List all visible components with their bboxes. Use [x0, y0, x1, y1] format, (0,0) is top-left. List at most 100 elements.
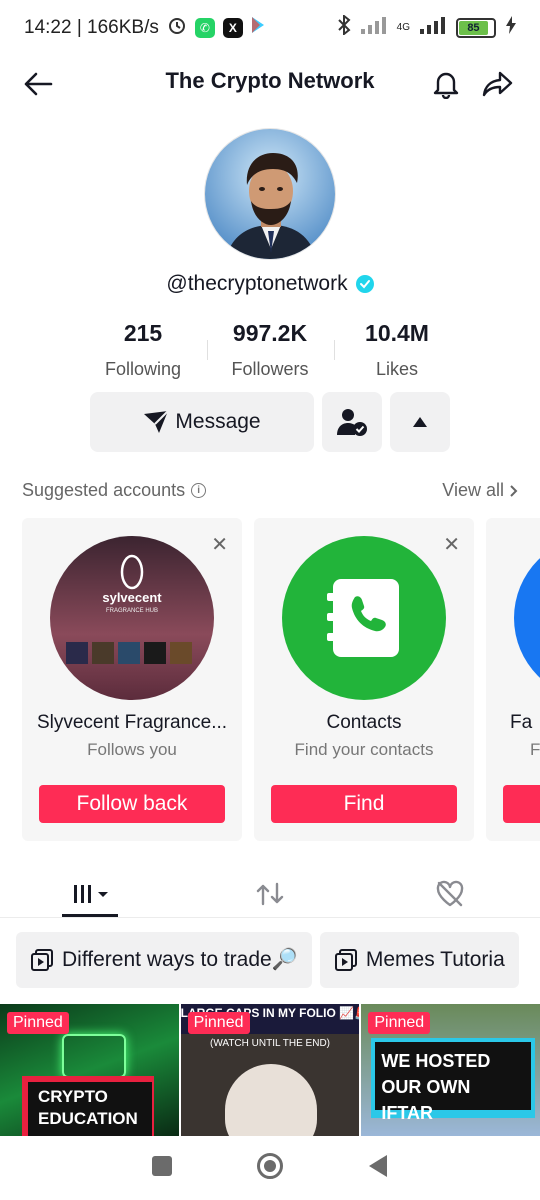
stat-number: 215 [123, 320, 163, 346]
chevron-right-icon [510, 484, 518, 497]
suggested-account-name: Contacts [326, 712, 402, 733]
message-button[interactable]: Message [90, 392, 314, 452]
playlist-chip[interactable]: Memes Tutoria [319, 932, 519, 988]
video-subtext: (WATCH UNTIL THE END) [210, 1038, 330, 1049]
suggested-account-subtitle: Fi [530, 740, 540, 759]
suggested-accounts-header: Suggested accounts i View all [22, 480, 518, 501]
signal-icon [360, 16, 387, 40]
stat-label: Followers [231, 359, 309, 379]
profile-header: The Crypto Network [0, 56, 540, 110]
recent-apps-button[interactable] [151, 1155, 173, 1182]
back-nav-button[interactable] [367, 1154, 389, 1183]
playlist-chip[interactable]: Different ways to trade🔎 [16, 932, 312, 988]
dismiss-icon[interactable]: ✕ [443, 532, 460, 557]
profile-stats: 215 Following 997.2K Followers 10.4M Lik… [80, 320, 460, 380]
info-icon[interactable]: i [191, 483, 207, 498]
alarm-icon [167, 15, 187, 41]
contacts-card[interactable]: ✕ Contacts Find your contacts Find [254, 518, 474, 841]
suggested-account-avatar: sylvecent FRAGRANCE HUB [50, 536, 214, 700]
share-arrow-icon [482, 71, 513, 97]
follow-back-button[interactable]: Follow back [39, 785, 225, 823]
dismiss-icon[interactable]: ✕ [211, 532, 228, 557]
status-time-speed: 14:22 | 166KB/s [24, 17, 159, 38]
message-button-label: Message [175, 410, 261, 433]
send-icon [144, 410, 170, 433]
playlist-label: Different ways to trade🔎 [62, 948, 298, 971]
charging-icon [506, 16, 516, 40]
bell-icon [433, 72, 459, 99]
suggested-account-subtitle: Find your contacts [294, 740, 434, 759]
video-thumbnail[interactable]: LARGE CAPS IN MY FOLIO 📈🚨 (WATCH UNTIL T… [180, 1004, 360, 1136]
pinned-badge: Pinned [187, 1012, 250, 1034]
heart-hidden-icon [436, 880, 464, 907]
tab-liked[interactable] [422, 876, 478, 912]
stat-number: 997.2K [232, 320, 308, 346]
playlist-icon [334, 949, 357, 971]
tab-videos[interactable] [62, 876, 118, 912]
system-nav-bar [0, 1136, 540, 1200]
view-all-label: View all [442, 480, 504, 500]
suggested-account-name: Slyvecent Fragrance... [36, 712, 228, 733]
video-grid: CRYPTO EDUCATION Pinned LARGE CAPS IN MY… [0, 1004, 540, 1136]
battery-level: 85 [467, 22, 480, 34]
playlists-row: Different ways to trade🔎 Memes Tutoria [16, 932, 519, 988]
share-button[interactable] [478, 64, 518, 104]
find-contacts-button[interactable]: Find [271, 785, 457, 823]
suggested-accounts-list: ✕ sylvecent FRAGRANCE HUB Slyvecent Frag… [22, 518, 540, 841]
user-check-icon [337, 409, 367, 436]
stat-label: Likes [375, 359, 419, 379]
profile-actions: Message [90, 392, 450, 452]
pinned-badge: Pinned [368, 1012, 431, 1034]
profile-handle: @thecryptonetwork [166, 272, 348, 295]
pinned-badge: Pinned [7, 1012, 69, 1034]
profile-handle-row: @thecryptonetwork [0, 272, 540, 296]
notifications-button[interactable] [426, 64, 466, 104]
triangle-up-icon [413, 417, 427, 427]
verified-badge-icon [355, 275, 374, 293]
suggested-toggle-button[interactable] [390, 392, 450, 452]
suggested-account-avatar [514, 536, 540, 700]
whatsapp-icon: ✆ [194, 18, 215, 38]
play-store-icon [251, 16, 267, 40]
stat-likes[interactable]: 10.4M Likes [334, 320, 460, 380]
following-status-button[interactable] [322, 392, 382, 452]
stat-label: Following [104, 359, 182, 379]
active-tab-indicator [62, 914, 118, 917]
stat-following[interactable]: 215 Following [80, 320, 206, 380]
stat-number: 10.4M [365, 320, 429, 346]
grid-dropdown-icon [74, 885, 108, 903]
brand-logo-subtext: FRAGRANCE HUB [106, 608, 158, 614]
repost-icon [256, 882, 284, 906]
battery-indicator: 85 [456, 18, 496, 38]
suggested-account-name: Fa [510, 712, 533, 733]
home-circle-icon [256, 1152, 283, 1179]
beanie-graphic [224, 1064, 317, 1136]
home-button[interactable] [256, 1152, 284, 1185]
view-all-link[interactable]: View all [442, 480, 518, 501]
suggested-accounts-title: Suggested accounts [22, 480, 186, 500]
phone-book-icon [327, 579, 399, 657]
network-type-label: 4G [396, 22, 410, 33]
signal-icon-2 [420, 16, 446, 40]
video-caption: CRYPTO EDUCATION [28, 1082, 152, 1136]
suggested-account-card-partial[interactable]: Fa Fi [486, 518, 540, 841]
stat-followers[interactable]: 997.2K Followers [207, 320, 333, 380]
square-icon [152, 1155, 173, 1176]
suggested-account-subtitle: Follows you [87, 740, 177, 759]
follow-button[interactable] [503, 785, 540, 823]
video-caption: WE HOSTED OUR OWN IFTAR [375, 1042, 532, 1123]
triangle-back-icon [368, 1154, 387, 1177]
suggested-account-card[interactable]: ✕ sylvecent FRAGRANCE HUB Slyvecent Frag… [22, 518, 242, 841]
playlist-label: Memes Tutoria [365, 948, 505, 971]
profile-avatar[interactable] [204, 128, 336, 260]
video-thumbnail[interactable]: CRYPTO EDUCATION Pinned [0, 1004, 179, 1136]
playlist-icon [31, 949, 53, 971]
profile-content-tabs [0, 866, 540, 918]
x-app-icon: X [222, 18, 243, 38]
video-thumbnail[interactable]: WE HOSTED OUR OWN IFTAR Pinned [361, 1004, 540, 1136]
tab-reposts[interactable] [242, 876, 298, 912]
brand-logo-text: sylvecent [102, 590, 162, 605]
bluetooth-icon [337, 13, 351, 41]
neon-sign-graphic [62, 1034, 126, 1078]
contacts-avatar [282, 536, 446, 700]
